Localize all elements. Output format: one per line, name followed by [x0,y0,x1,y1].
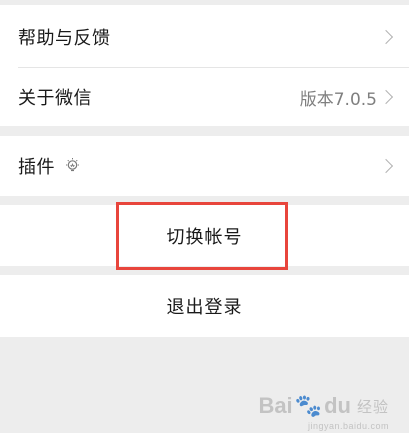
chevron-right-icon [378,29,394,44]
settings-group-plugins: 插件 [0,136,409,196]
logout-button[interactable]: 退出登录 [0,275,409,337]
baidu-jingyan-watermark: Bai 🐾 du 经验 jingyan.baidu.com [258,393,389,431]
settings-item-label: 关于微信 [18,88,92,109]
chevron-right-icon [378,89,394,105]
version-value: 版本7.0.5 [299,89,377,110]
settings-item-help-feedback[interactable]: 帮助与反馈 [0,5,409,68]
watermark-product: 经验 [356,398,389,416]
settings-item-plugins[interactable]: 插件 [0,136,409,196]
lightbulb-icon [66,158,79,172]
watermark-url: jingyan.baidu.com [307,421,389,431]
watermark-brand-right: du [324,393,351,418]
paw-icon: 🐾 [294,393,323,418]
settings-group-general: 帮助与反馈 关于微信 版本7.0.5 [0,5,409,126]
chevron-right-icon [378,158,394,174]
watermark-brand-left: Bai [258,393,293,418]
logout-label: 退出登录 [166,297,243,318]
settings-item-label: 帮助与反馈 [18,27,111,49]
highlight-annotation-box [116,202,288,270]
settings-item-about-wechat[interactable]: 关于微信 版本7.0.5 [0,68,409,126]
settings-item-label: 插件 [18,157,55,178]
